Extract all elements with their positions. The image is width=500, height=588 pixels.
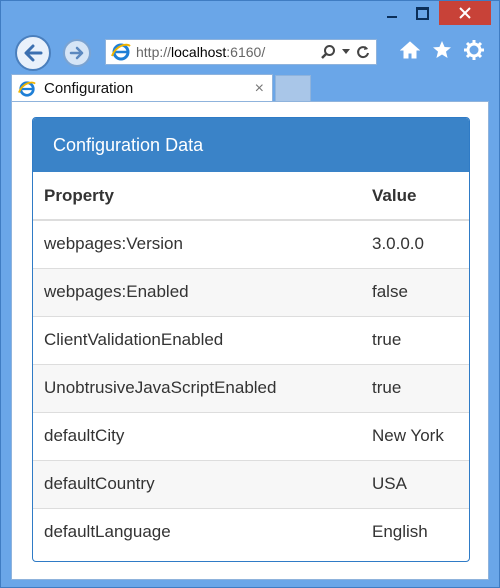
forward-button[interactable]: [63, 39, 91, 67]
table-row: webpages:Version 3.0.0.0: [33, 219, 469, 268]
table-row: defaultLanguage English: [33, 507, 469, 556]
search-icon[interactable]: [320, 44, 336, 60]
url-text[interactable]: http://localhost:6160/: [136, 44, 265, 60]
property-cell: UnobtrusiveJavaScriptEnabled: [33, 363, 361, 412]
table-row: webpages:Enabled false: [33, 267, 469, 316]
property-cell: defaultCity: [33, 411, 361, 460]
internet-explorer-icon: [16, 78, 38, 100]
value-cell: USA: [361, 459, 469, 508]
value-cell: 3.0.0.0: [361, 219, 469, 268]
property-cell: defaultCountry: [33, 459, 361, 508]
url-host: localhost: [171, 44, 227, 60]
property-cell: webpages:Version: [33, 219, 361, 268]
property-cell: webpages:Enabled: [33, 267, 361, 316]
table-row: defaultCity New York: [33, 411, 469, 460]
column-header-property: Property: [33, 172, 361, 221]
url-prefix: http://: [136, 44, 172, 60]
table-row: ClientValidationEnabled true: [33, 315, 469, 364]
browser-window: http://localhost:6160/ Configuration × C…: [0, 0, 500, 588]
window-caption-buttons: [377, 1, 491, 27]
minimize-icon: [387, 16, 397, 18]
maximize-icon: [415, 6, 429, 20]
close-icon: [459, 7, 471, 19]
close-window-button[interactable]: [439, 1, 491, 25]
back-arrow-icon: [24, 44, 43, 62]
value-cell: New York: [361, 411, 469, 460]
browser-toolbar: [399, 39, 485, 61]
column-header-value: Value: [361, 172, 469, 221]
home-icon[interactable]: [399, 39, 421, 61]
star-icon[interactable]: [431, 39, 453, 61]
maximize-button[interactable]: [407, 1, 437, 25]
tab-title: Configuration: [44, 80, 134, 97]
new-tab-button[interactable]: [275, 75, 311, 102]
forward-arrow-icon: [69, 46, 84, 60]
panel-heading: Configuration Data: [33, 118, 469, 172]
configuration-table: Property Value webpages:Version 3.0.0.0 …: [33, 172, 469, 556]
value-cell: true: [361, 363, 469, 412]
table-header-row: Property Value: [33, 172, 469, 221]
property-cell: ClientValidationEnabled: [33, 315, 361, 364]
address-bar[interactable]: http://localhost:6160/: [105, 39, 377, 65]
dropdown-chevron-icon[interactable]: [342, 49, 350, 55]
page-content: Configuration Data Property Value webpag…: [11, 101, 489, 580]
gear-icon[interactable]: [463, 39, 485, 61]
table-row: defaultCountry USA: [33, 459, 469, 508]
internet-explorer-icon: [110, 41, 132, 63]
value-cell: true: [361, 315, 469, 364]
configuration-panel: Configuration Data Property Value webpag…: [32, 117, 470, 562]
value-cell: false: [361, 267, 469, 316]
value-cell: English: [361, 507, 469, 556]
back-button[interactable]: [15, 35, 51, 71]
tab-close-icon[interactable]: ×: [255, 80, 264, 98]
table-row: UnobtrusiveJavaScriptEnabled true: [33, 363, 469, 412]
refresh-icon[interactable]: [356, 45, 370, 59]
tab-configuration[interactable]: Configuration ×: [11, 74, 273, 102]
minimize-button[interactable]: [377, 1, 407, 25]
url-port: :6160/: [226, 44, 266, 60]
property-cell: defaultLanguage: [33, 507, 361, 556]
